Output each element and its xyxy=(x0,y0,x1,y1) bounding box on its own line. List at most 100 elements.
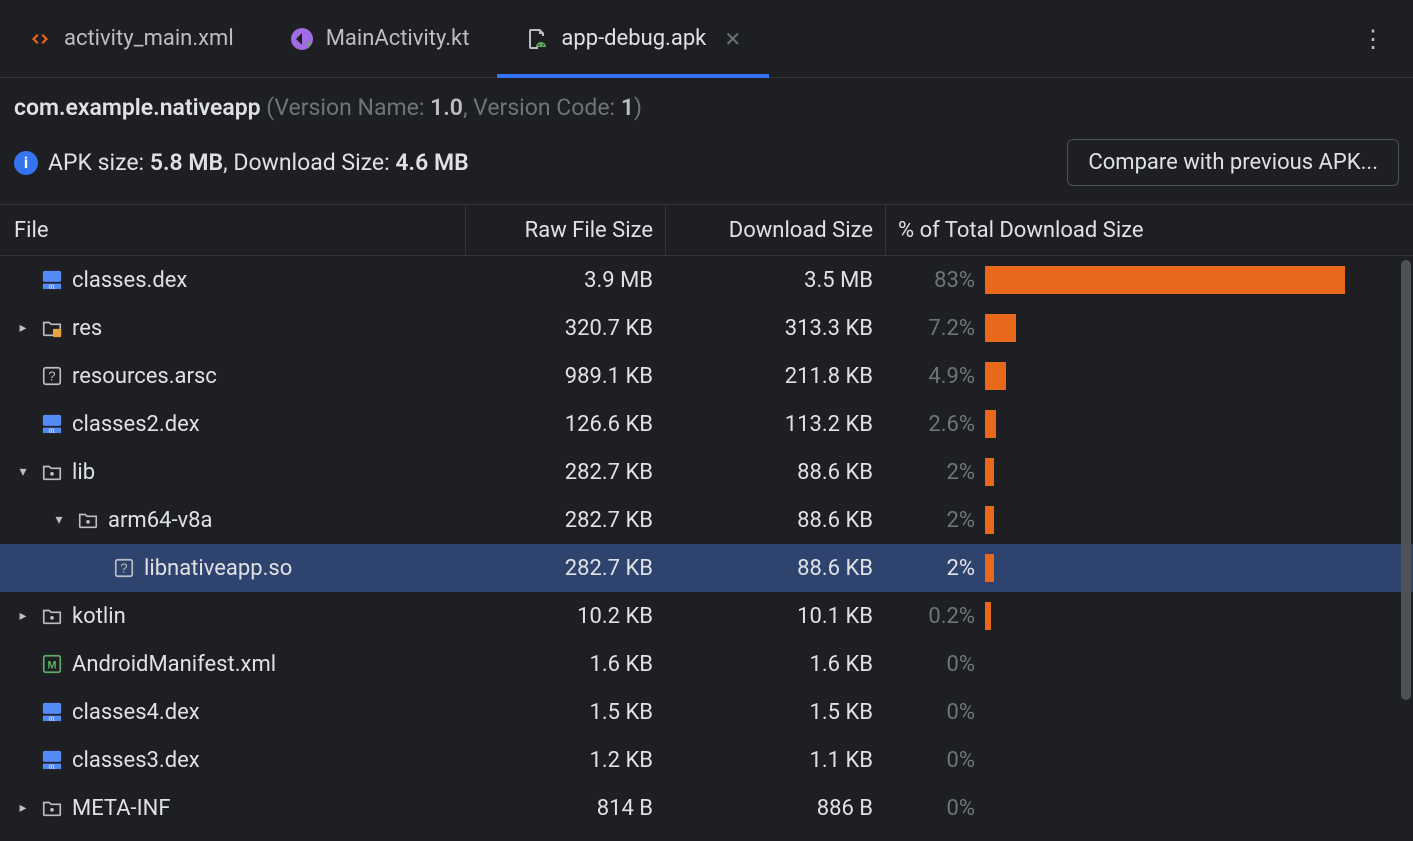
file-name: classes4.dex xyxy=(72,700,200,725)
compare-apk-button[interactable]: Compare with previous APK... xyxy=(1067,139,1399,186)
dex-icon: 01 xyxy=(40,412,64,436)
download-size: 3.5 MB xyxy=(665,268,885,293)
percent-bar xyxy=(985,266,1345,294)
raw-size: 282.7 KB xyxy=(465,556,665,581)
scrollbar[interactable] xyxy=(1401,260,1411,837)
download-size: 886 B xyxy=(665,796,885,821)
raw-size: 282.7 KB xyxy=(465,460,665,485)
file-name: resources.arsc xyxy=(72,364,217,389)
xml-icon xyxy=(28,27,52,51)
file-row[interactable]: 01 classes.dex 3.9 MB 3.5 MB 83% xyxy=(0,256,1413,304)
package-name: com.example.nativeapp xyxy=(14,94,261,121)
col-file-header[interactable]: File xyxy=(14,218,465,243)
percent-bar-cell xyxy=(985,698,1399,726)
chevron-down-icon[interactable]: ▾ xyxy=(50,512,68,528)
file-name: classes3.dex xyxy=(72,748,200,773)
download-size: 113.2 KB xyxy=(665,412,885,437)
tab-label: MainActivity.kt xyxy=(326,26,470,51)
percent-bar-cell xyxy=(985,746,1399,774)
folder-lib-icon xyxy=(76,508,100,532)
percent-bar-cell xyxy=(985,458,1399,486)
file-row[interactable]: ▾ lib 282.7 KB 88.6 KB 2% xyxy=(0,448,1413,496)
percent-value: 0% xyxy=(885,796,985,821)
col-raw-header[interactable]: Raw File Size xyxy=(465,205,665,255)
dex-icon: 01 xyxy=(40,748,64,772)
svg-text:01: 01 xyxy=(49,284,55,290)
download-size: 211.8 KB xyxy=(665,364,885,389)
percent-value: 83% xyxy=(885,268,985,293)
table-header: File Raw File Size Download Size % of To… xyxy=(0,204,1413,256)
download-size: 1.1 KB xyxy=(665,748,885,773)
scrollbar-thumb[interactable] xyxy=(1401,260,1411,700)
download-size: 1.6 KB xyxy=(665,652,885,677)
svg-text:?: ? xyxy=(120,561,127,576)
svg-text:01: 01 xyxy=(49,764,55,770)
file-row[interactable]: 01 classes4.dex 1.5 KB 1.5 KB 0% xyxy=(0,688,1413,736)
file-row[interactable]: ▸ META-INF 814 B 886 B 0% xyxy=(0,784,1413,832)
file-name: AndroidManifest.xml xyxy=(72,652,276,677)
raw-size: 126.6 KB xyxy=(465,412,665,437)
editor-tab[interactable]: app-debug.apk ✕ xyxy=(497,0,769,77)
size-summary: APK size: 5.8 MB, Download Size: 4.6 MB xyxy=(48,149,1057,176)
tab-label: activity_main.xml xyxy=(64,26,234,51)
file-name: META-INF xyxy=(72,796,170,821)
file-table-body: 01 classes.dex 3.9 MB 3.5 MB 83% ▸ res 3… xyxy=(0,256,1413,832)
file-row[interactable]: ▸ res 320.7 KB 313.3 KB 7.2% xyxy=(0,304,1413,352)
raw-size: 1.5 KB xyxy=(465,700,665,725)
percent-value: 7.2% xyxy=(885,316,985,341)
file-name: lib xyxy=(72,460,95,485)
file-name: kotlin xyxy=(72,604,126,629)
svg-text:01: 01 xyxy=(49,716,55,722)
percent-value: 0.2% xyxy=(885,604,985,629)
percent-bar-cell xyxy=(985,410,1399,438)
raw-size: 3.9 MB xyxy=(465,268,665,293)
col-download-header[interactable]: Download Size xyxy=(665,205,885,255)
percent-bar-cell xyxy=(985,794,1399,822)
file-row[interactable]: 01 classes3.dex 1.2 KB 1.1 KB 0% xyxy=(0,736,1413,784)
file-row[interactable]: ▸ kotlin 10.2 KB 10.1 KB 0.2% xyxy=(0,592,1413,640)
download-size: 88.6 KB xyxy=(665,508,885,533)
percent-bar xyxy=(985,410,996,438)
chevron-right-icon[interactable]: ▸ xyxy=(14,320,32,336)
download-size: 88.6 KB xyxy=(665,460,885,485)
raw-size: 814 B xyxy=(465,796,665,821)
percent-bar-cell xyxy=(985,602,1399,630)
file-name: libnativeapp.so xyxy=(144,556,292,581)
close-icon[interactable]: ✕ xyxy=(724,27,741,51)
percent-value: 2.6% xyxy=(885,412,985,437)
percent-bar-cell xyxy=(985,554,1399,582)
file-row[interactable]: ? libnativeapp.so 282.7 KB 88.6 KB 2% xyxy=(0,544,1413,592)
download-size: 10.1 KB xyxy=(665,604,885,629)
folder-lib-icon xyxy=(40,604,64,628)
editor-tab[interactable]: MainActivity.kt xyxy=(262,0,498,77)
percent-value: 2% xyxy=(885,508,985,533)
file-row[interactable]: ▾ arm64-v8a 282.7 KB 88.6 KB 2% xyxy=(0,496,1413,544)
percent-bar-cell xyxy=(985,506,1399,534)
apk-header: com.example.nativeapp (Version Name: 1.0… xyxy=(0,78,1413,204)
tabs-overflow-menu[interactable]: ⋮ xyxy=(1333,25,1413,53)
folder-lib-icon xyxy=(40,796,64,820)
info-icon: i xyxy=(14,151,38,175)
col-pct-header[interactable]: % of Total Download Size xyxy=(885,205,1399,255)
percent-bar-cell xyxy=(985,650,1399,678)
file-row[interactable]: 01 classes2.dex 126.6 KB 113.2 KB 2.6% xyxy=(0,400,1413,448)
download-size: 88.6 KB xyxy=(665,556,885,581)
percent-value: 0% xyxy=(885,652,985,677)
tab-label: app-debug.apk xyxy=(561,26,706,51)
chevron-down-icon[interactable]: ▾ xyxy=(14,464,32,480)
download-size: 1.5 KB xyxy=(665,700,885,725)
kotlin-class-icon xyxy=(290,27,314,51)
chevron-right-icon[interactable]: ▸ xyxy=(14,800,32,816)
raw-size: 282.7 KB xyxy=(465,508,665,533)
percent-bar xyxy=(985,506,994,534)
package-info: com.example.nativeapp (Version Name: 1.0… xyxy=(14,94,1399,139)
chevron-right-icon[interactable]: ▸ xyxy=(14,608,32,624)
percent-bar-cell xyxy=(985,266,1399,294)
folder-res-icon xyxy=(40,316,64,340)
file-row[interactable]: ? resources.arsc 989.1 KB 211.8 KB 4.9% xyxy=(0,352,1413,400)
raw-size: 10.2 KB xyxy=(465,604,665,629)
file-row[interactable]: M AndroidManifest.xml 1.6 KB 1.6 KB 0% xyxy=(0,640,1413,688)
unknown-icon: ? xyxy=(112,556,136,580)
file-name: classes2.dex xyxy=(72,412,200,437)
editor-tab[interactable]: activity_main.xml xyxy=(0,0,262,77)
